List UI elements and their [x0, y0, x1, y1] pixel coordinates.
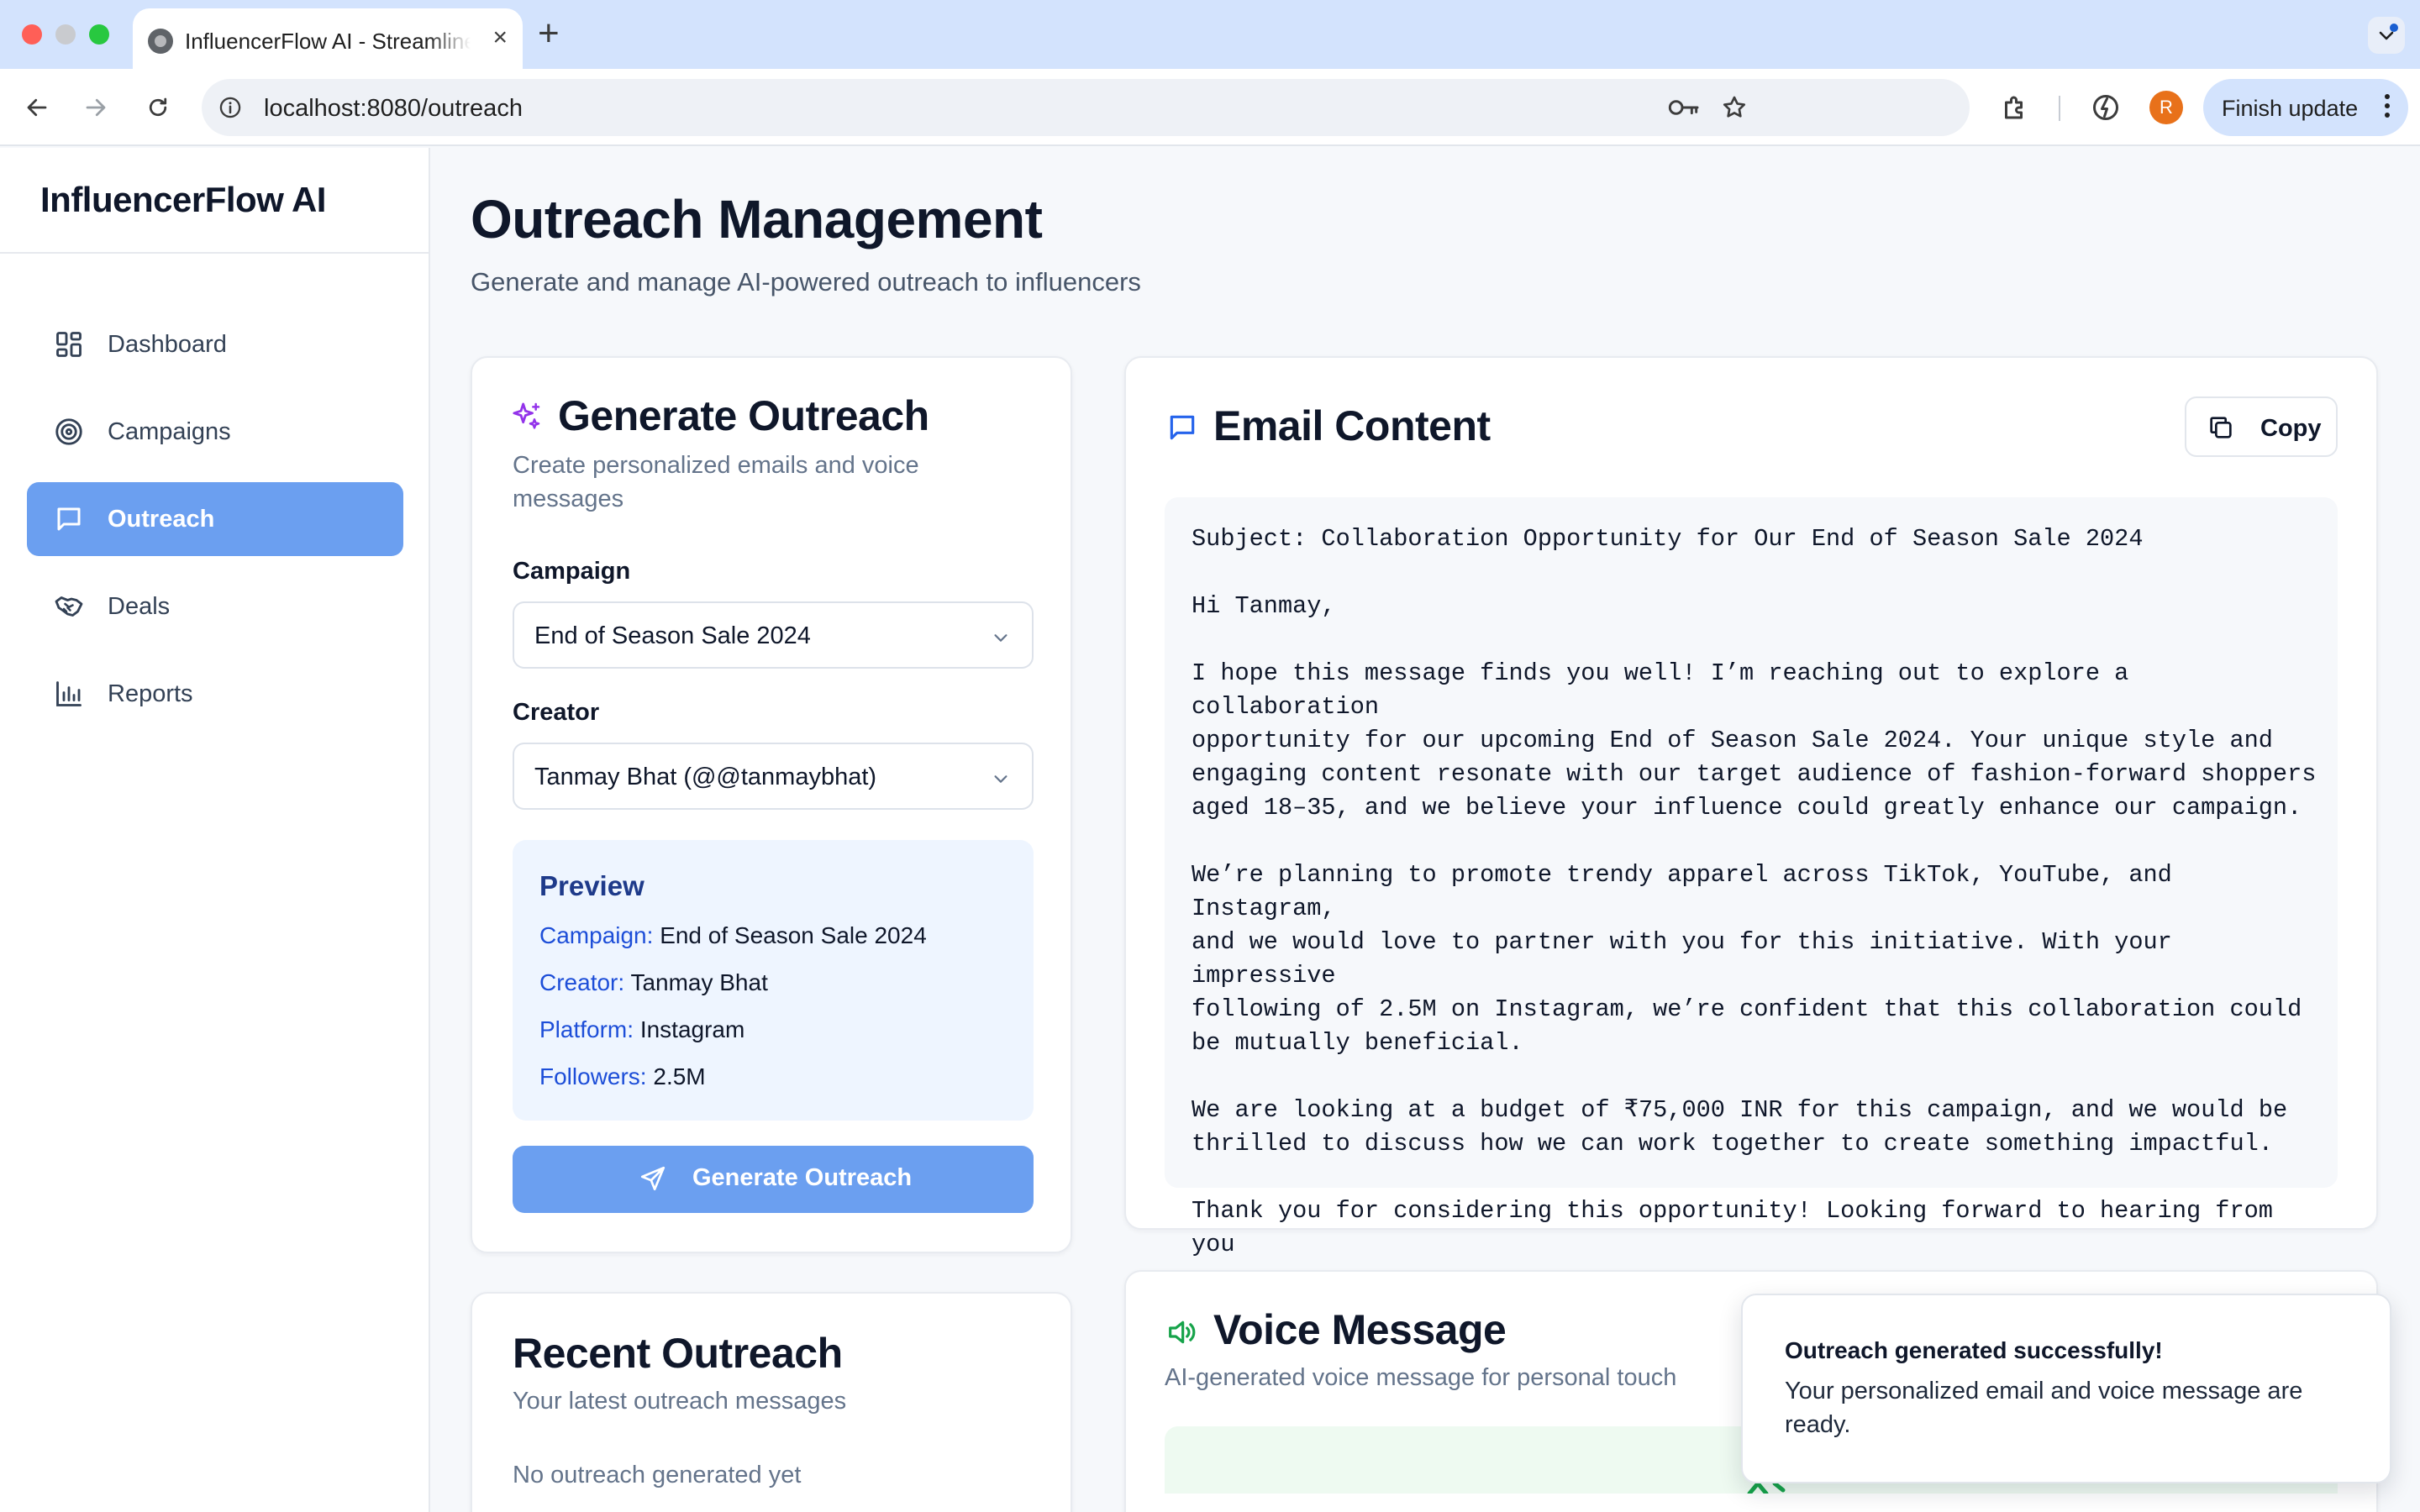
sidebar-item-label: Dashboard — [108, 331, 227, 358]
creator-select-value: Tanmay Bhat (@@tanmaybhat) — [534, 764, 877, 790]
tab-close-icon[interactable]: × — [492, 25, 508, 50]
arrow-left-icon — [27, 98, 47, 117]
preview-panel: Preview Campaign: End of Season Sale 202… — [513, 840, 1034, 1121]
browser-tab-strip: InfluencerFlow AI - Streamline Influence… — [0, 0, 2420, 69]
preview-value: 2.5M — [653, 1063, 706, 1089]
sidebar: InfluencerFlow AI Dashboard Campaigns Ou… — [0, 148, 430, 1512]
address-bar[interactable]: localhost:8080/outreach — [202, 79, 1970, 136]
preview-row-creator: Creator: Tanmay Bhat — [539, 969, 768, 996]
card-subtitle: Your latest outreach messages — [513, 1388, 847, 1415]
page-title: Outreach Management — [471, 189, 1043, 249]
toolbar-divider — [2059, 96, 2060, 121]
browser-tab[interactable]: InfluencerFlow AI - Streamline Influence… — [133, 8, 523, 69]
profile-avatar[interactable]: R — [2149, 91, 2183, 124]
password-key-icon[interactable] — [1667, 94, 1701, 121]
target-icon — [55, 418, 82, 445]
generate-outreach-button[interactable]: Generate Outreach — [513, 1146, 1034, 1213]
chevron-down-icon — [994, 634, 1007, 642]
sidebar-item-label: Outreach — [108, 506, 215, 533]
creator-label: Creator — [513, 699, 600, 726]
message-icon — [1170, 415, 1195, 440]
preview-key: Platform: — [539, 1016, 634, 1042]
notification-dot — [2390, 24, 2398, 32]
sidebar-divider — [0, 252, 429, 254]
copy-button[interactable]: Copy — [2185, 396, 2338, 457]
card-title: Recent Outreach — [513, 1330, 843, 1377]
globe-icon — [148, 29, 173, 54]
preview-key: Followers: — [539, 1063, 647, 1089]
campaign-select[interactable]: End of Season Sale 2024 — [513, 601, 1034, 669]
url-text: localhost:8080/outreach — [264, 95, 523, 122]
speaker-icon — [1169, 1320, 1196, 1344]
bar-chart-icon — [56, 681, 82, 706]
toast-body: Your personalized email and voice messag… — [1785, 1378, 2303, 1438]
card-subtitle: AI-generated voice message for personal … — [1165, 1364, 1677, 1391]
campaign-select-value: End of Season Sale 2024 — [534, 622, 811, 649]
finish-update-button[interactable]: Finish update — [2203, 79, 2408, 136]
campaign-label: Campaign — [513, 558, 631, 585]
sidebar-item-campaigns[interactable]: Campaigns — [27, 395, 403, 469]
copy-label: Copy — [2260, 415, 2322, 442]
sidebar-item-reports[interactable]: Reports — [27, 657, 403, 731]
site-info-icon[interactable] — [218, 96, 242, 119]
preview-row-followers: Followers: 2.5M — [539, 1063, 706, 1090]
creator-select[interactable]: Tanmay Bhat (@@tanmaybhat) — [513, 743, 1034, 810]
reload-icon — [149, 97, 167, 117]
back-button[interactable] — [17, 87, 57, 128]
bookmark-star-icon[interactable] — [1721, 94, 1748, 121]
recent-outreach-card: Recent Outreach Your latest outreach mes… — [471, 1292, 1072, 1512]
empty-state-text: No outreach generated yet — [513, 1462, 802, 1488]
page-subtitle: Generate and manage AI-powered outreach … — [471, 267, 1141, 297]
arrow-right-icon — [86, 98, 106, 117]
tab-title: InfluencerFlow AI - Streamline Influence… — [185, 29, 471, 54]
preview-row-campaign: Campaign: End of Season Sale 2024 — [539, 922, 927, 949]
success-toast[interactable]: Outreach generated successfully! Your pe… — [1741, 1294, 2391, 1483]
card-title: Generate Outreach — [558, 392, 929, 439]
generate-outreach-label: Generate Outreach — [692, 1164, 913, 1191]
sidebar-item-label: Campaigns — [108, 418, 231, 445]
preview-value: Instagram — [639, 1016, 745, 1042]
preview-title: Preview — [539, 870, 644, 901]
send-icon — [640, 1166, 666, 1191]
sidebar-item-deals[interactable]: Deals — [27, 570, 403, 643]
email-body-box[interactable]: Subject: Collaboration Opportunity for O… — [1165, 497, 2338, 1292]
card-subtitle: Create personalized emails and voice mes… — [513, 452, 919, 512]
copy-icon — [2210, 417, 2232, 438]
preview-row-platform: Platform: Instagram — [539, 1016, 744, 1043]
forward-button[interactable] — [76, 87, 116, 128]
preview-key: Campaign: — [539, 922, 654, 948]
sidebar-item-label: Deals — [108, 593, 171, 620]
card-title: Email Content — [1213, 402, 1491, 449]
browser-toolbar: localhost:8080/outreach R Finish update — [0, 69, 2420, 146]
window-minimize-button[interactable] — [55, 24, 76, 45]
card-title: Voice Message — [1213, 1306, 1507, 1353]
sidebar-item-label: Reports — [108, 680, 193, 707]
dashboard-icon — [56, 332, 82, 357]
window-close-button[interactable] — [22, 24, 42, 45]
tab-search-button[interactable] — [2368, 17, 2405, 54]
preview-key: Creator: — [539, 969, 625, 995]
sidebar-item-dashboard[interactable]: Dashboard — [27, 307, 403, 381]
extensions-icon[interactable] — [2000, 92, 2030, 123]
preview-value: End of Season Sale 2024 — [660, 922, 927, 948]
finish-update-label: Finish update — [2222, 96, 2359, 121]
generate-outreach-card: Generate Outreach Create personalized em… — [471, 356, 1072, 1253]
chevron-down-icon — [994, 775, 1007, 783]
email-body-text: Subject: Collaboration Opportunity for O… — [1192, 525, 2317, 1292]
window-zoom-button[interactable] — [89, 24, 109, 45]
handshake-icon — [55, 596, 83, 617]
toast-title: Outreach generated successfully! — [1785, 1337, 2163, 1363]
new-tab-icon[interactable]: + — [538, 13, 560, 54]
performance-icon[interactable] — [2091, 92, 2121, 123]
email-content-card: Email Content Copy Subject: Collaboratio… — [1124, 356, 2378, 1292]
preview-value: Tanmay Bhat — [630, 969, 768, 995]
app-brand[interactable]: InfluencerFlow AI — [40, 180, 326, 220]
sparkles-icon — [513, 402, 540, 429]
sidebar-item-outreach[interactable]: Outreach — [27, 482, 403, 556]
more-menu-icon — [2385, 94, 2390, 122]
message-icon — [57, 507, 81, 531]
reload-button[interactable] — [138, 87, 178, 128]
